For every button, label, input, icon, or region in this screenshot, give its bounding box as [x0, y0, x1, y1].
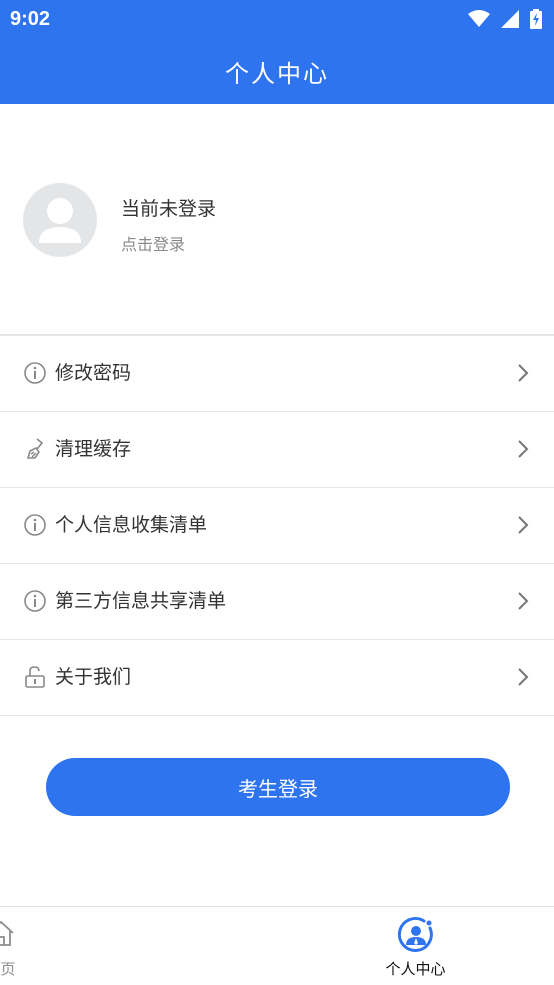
tab-home[interactable]: 首页	[0, 907, 277, 985]
signal-icon	[500, 10, 519, 28]
unlock-icon	[25, 666, 45, 688]
info-icon	[24, 514, 46, 536]
tab-home-label: 首页	[0, 960, 16, 978]
page-title: 个人中心	[225, 59, 329, 88]
login-status: 当前未登录	[121, 198, 217, 220]
menu-item-clear-cache[interactable]: 清理缓存	[0, 412, 554, 488]
menu-item-personal-info-list[interactable]: 个人信息收集清单	[0, 488, 554, 564]
settings-menu: 修改密码 清理缓存 个人信息收集清单 第三方信息共享清单 关于我们	[0, 336, 554, 716]
info-icon	[24, 362, 46, 384]
menu-item-about-us[interactable]: 关于我们	[0, 640, 554, 716]
candidate-login-button[interactable]: 考生登录	[46, 758, 510, 816]
menu-item-label: 清理缓存	[55, 438, 132, 460]
menu-item-label: 关于我们	[55, 666, 132, 688]
avatar[interactable]	[23, 183, 97, 257]
menu-item-label: 第三方信息共享清单	[55, 590, 227, 612]
chevron-right-icon	[518, 592, 529, 610]
bottom-navigation: 首页 个人中心	[0, 906, 554, 985]
broom-icon	[26, 438, 44, 459]
chevron-right-icon	[518, 668, 529, 686]
user-profile-icon	[397, 916, 433, 952]
tab-personal-center-label: 个人中心	[385, 960, 446, 978]
tab-personal-center[interactable]: 个人中心	[277, 907, 554, 985]
menu-item-change-password[interactable]: 修改密码	[0, 336, 554, 412]
avatar-placeholder-icon	[39, 198, 81, 243]
status-time: 9:02	[10, 8, 51, 30]
profile-section[interactable]: 当前未登录 点击登录	[0, 104, 554, 334]
tap-to-login-link[interactable]: 点击登录	[121, 231, 185, 255]
chevron-right-icon	[518, 364, 529, 382]
status-bar: 9:02	[0, 0, 554, 38]
info-icon	[24, 590, 46, 612]
menu-item-label: 个人信息收集清单	[55, 514, 208, 536]
battery-icon	[530, 9, 542, 29]
app-header: 个人中心	[0, 38, 554, 104]
chevron-right-icon	[518, 440, 529, 458]
wifi-icon	[467, 10, 490, 27]
status-icons	[462, 9, 542, 29]
menu-item-third-party-sharing-list[interactable]: 第三方信息共享清单	[0, 564, 554, 640]
chevron-right-icon	[518, 516, 529, 534]
menu-item-label: 修改密码	[55, 362, 132, 384]
home-icon	[0, 920, 14, 946]
